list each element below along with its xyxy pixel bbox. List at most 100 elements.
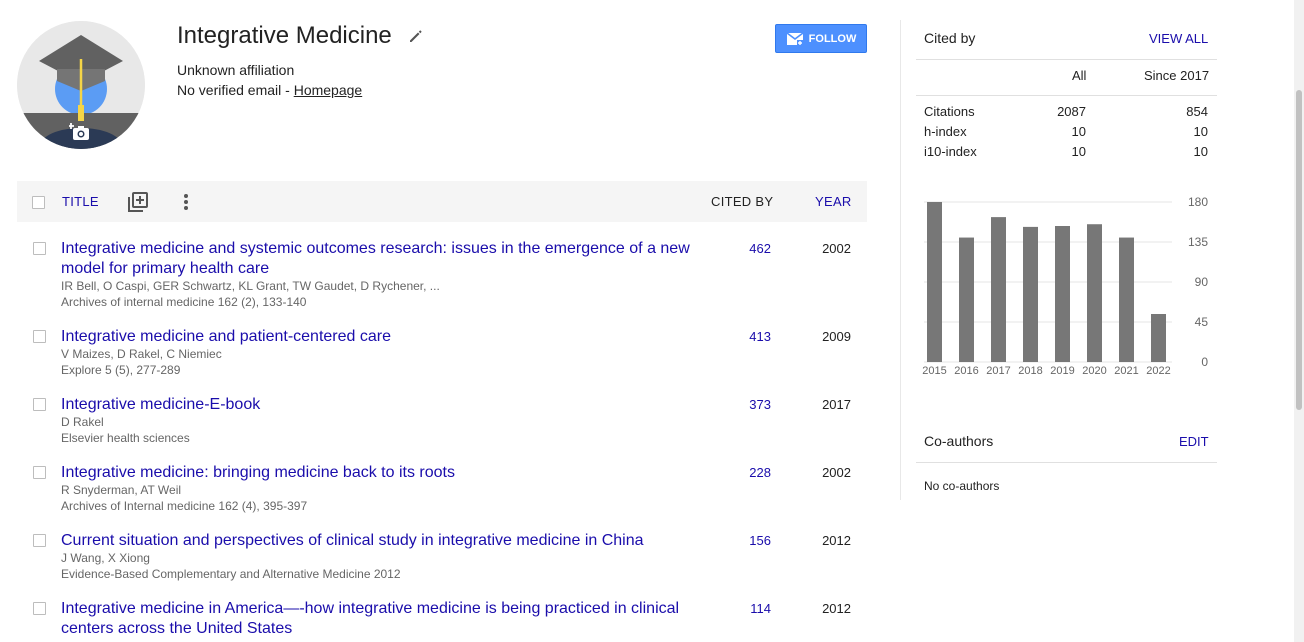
stat-value-since: 854 — [1186, 104, 1208, 119]
article-authors: V Maizes, D Rakel, C Niemiec — [61, 347, 222, 361]
citations-bar-chart: 180 135 90 45 0 2015 2016 2017 2018 2019 2020 2021 2… — [922, 195, 1209, 377]
x-tick-label: 2022 — [1146, 365, 1170, 377]
article-title-link[interactable]: Integrative medicine and systemic outcom… — [61, 239, 701, 279]
article-title-link[interactable]: Integrative medicine in America—-how int… — [61, 599, 701, 639]
pencil-icon[interactable] — [408, 28, 424, 44]
y-tick-label: 0 — [1201, 355, 1208, 369]
follow-button-label: FOLLOW — [808, 32, 857, 45]
follow-button[interactable]: FOLLOW — [775, 24, 867, 53]
bar-2017[interactable] — [991, 217, 1006, 362]
vertical-scrollbar[interactable] — [1294, 0, 1304, 642]
article-venue: Evidence-Based Complementary and Alterna… — [61, 567, 401, 581]
stat-row-citations: Citations 2087 854 — [916, 104, 1217, 124]
stat-value-all: 2087 — [1057, 104, 1086, 119]
cited-by-heading: Cited by — [924, 30, 976, 46]
stat-value-since: 10 — [1193, 124, 1208, 139]
cited-by-count-link[interactable]: 413 — [717, 329, 771, 344]
stat-label: h-index — [924, 124, 967, 139]
coauthors-edit-button[interactable]: EDIT — [1179, 434, 1209, 449]
articles-table-header: TITLE CITED BY YEAR — [17, 181, 867, 222]
article-title-link[interactable]: Integrative medicine and patient-centere… — [61, 327, 701, 347]
divider — [916, 59, 1217, 60]
profile-name-row: Integrative Medicine — [177, 22, 424, 50]
x-tick-label: 2020 — [1082, 365, 1106, 377]
stat-value-since: 10 — [1193, 144, 1208, 159]
coauthors-heading: Co-authors — [924, 433, 994, 449]
homepage-link[interactable]: Homepage — [294, 82, 363, 98]
table-row: Integrative medicine in America—-how int… — [17, 599, 867, 642]
cited-by-count-link[interactable]: 373 — [717, 397, 771, 412]
add-article-icon[interactable] — [128, 192, 148, 212]
row-checkbox[interactable] — [33, 466, 46, 479]
article-title-link[interactable]: Current situation and perspectives of cl… — [61, 531, 701, 551]
email-status: No verified email - — [177, 82, 294, 98]
cited-by-count-link[interactable]: 462 — [717, 241, 771, 256]
article-year: 2002 — [822, 465, 851, 480]
sort-by-year[interactable]: YEAR — [815, 194, 852, 209]
article-year: 2009 — [822, 329, 851, 344]
bar-2016[interactable] — [959, 237, 974, 362]
profile-affiliation: Unknown affiliation — [177, 62, 295, 78]
scrollbar-thumb[interactable] — [1296, 90, 1302, 410]
cited-by-column-header: CITED BY — [711, 194, 774, 209]
row-checkbox[interactable] — [33, 602, 46, 615]
x-tick-label: 2021 — [1114, 365, 1138, 377]
article-year: 2012 — [822, 533, 851, 548]
column-since: Since 2017 — [1144, 68, 1210, 83]
table-row: Integrative medicine and systemic outcom… — [17, 239, 867, 311]
bar-2022[interactable] — [1151, 314, 1166, 362]
stat-label: i10-index — [924, 144, 977, 159]
y-tick-label: 90 — [1195, 275, 1209, 289]
bar-2021[interactable] — [1119, 237, 1134, 362]
select-all-checkbox[interactable] — [32, 196, 45, 209]
cited-by-count-link[interactable]: 228 — [717, 465, 771, 480]
table-row: Current situation and perspectives of cl… — [17, 531, 867, 587]
view-all-button[interactable]: VIEW ALL — [1149, 31, 1208, 46]
profile-name: Integrative Medicine — [177, 22, 392, 49]
y-tick-label: 135 — [1188, 235, 1208, 249]
row-checkbox[interactable] — [33, 398, 46, 411]
article-authors: IR Bell, O Caspi, GER Schwartz, KL Grant… — [61, 279, 440, 293]
bar-2020[interactable] — [1087, 224, 1102, 362]
more-options-icon[interactable] — [182, 192, 190, 212]
divider — [916, 95, 1217, 96]
x-tick-label: 2016 — [954, 365, 978, 377]
article-authors: R Snyderman, AT Weil — [61, 483, 182, 497]
article-authors: J Wang, X Xiong — [61, 551, 150, 565]
row-checkbox[interactable] — [33, 534, 46, 547]
no-coauthors-text: No co-authors — [924, 479, 1000, 493]
table-row: Integrative medicine: bringing medicine … — [17, 463, 867, 519]
article-venue: Explore 5 (5), 277-289 — [61, 363, 181, 377]
y-tick-label: 180 — [1188, 195, 1208, 209]
article-venue: Archives of Internal medicine 162 (4), 3… — [61, 499, 308, 513]
article-title-link[interactable]: Integrative medicine-E-book — [61, 395, 701, 415]
table-row: Integrative medicine-E-book D Rakel Else… — [17, 395, 867, 451]
bar-2019[interactable] — [1055, 226, 1070, 362]
x-tick-label: 2019 — [1050, 365, 1074, 377]
cited-by-count-link[interactable]: 156 — [717, 533, 771, 548]
article-year: 2012 — [822, 601, 851, 616]
row-checkbox[interactable] — [33, 330, 46, 343]
table-row: Integrative medicine and patient-centere… — [17, 327, 867, 383]
bar-2015[interactable] — [927, 202, 942, 362]
add-photo-icon[interactable] — [69, 123, 91, 141]
article-year: 2002 — [822, 241, 851, 256]
stat-value-all: 10 — [1071, 124, 1086, 139]
divider — [916, 462, 1217, 463]
stat-value-all: 10 — [1071, 144, 1086, 159]
stat-row-h-index: h-index 10 10 — [916, 124, 1217, 144]
x-tick-label: 2017 — [986, 365, 1010, 377]
sort-by-title[interactable]: TITLE — [62, 194, 99, 209]
row-checkbox[interactable] — [33, 242, 46, 255]
stat-label: Citations — [924, 104, 975, 119]
article-title-link[interactable]: Integrative medicine: bringing medicine … — [61, 463, 701, 483]
article-venue: Archives of internal medicine 162 (2), 1… — [61, 295, 307, 309]
bar-2018[interactable] — [1023, 226, 1038, 362]
stat-row-i10-index: i10-index 10 10 — [916, 144, 1217, 164]
profile-avatar[interactable] — [17, 21, 145, 149]
cited-by-count-link[interactable]: 114 — [717, 601, 771, 616]
x-tick-label: 2015 — [922, 365, 946, 377]
profile-email: No verified email - Homepage — [177, 82, 362, 98]
article-venue: Elsevier health sciences — [61, 431, 190, 445]
article-authors: D Rakel — [61, 415, 104, 429]
